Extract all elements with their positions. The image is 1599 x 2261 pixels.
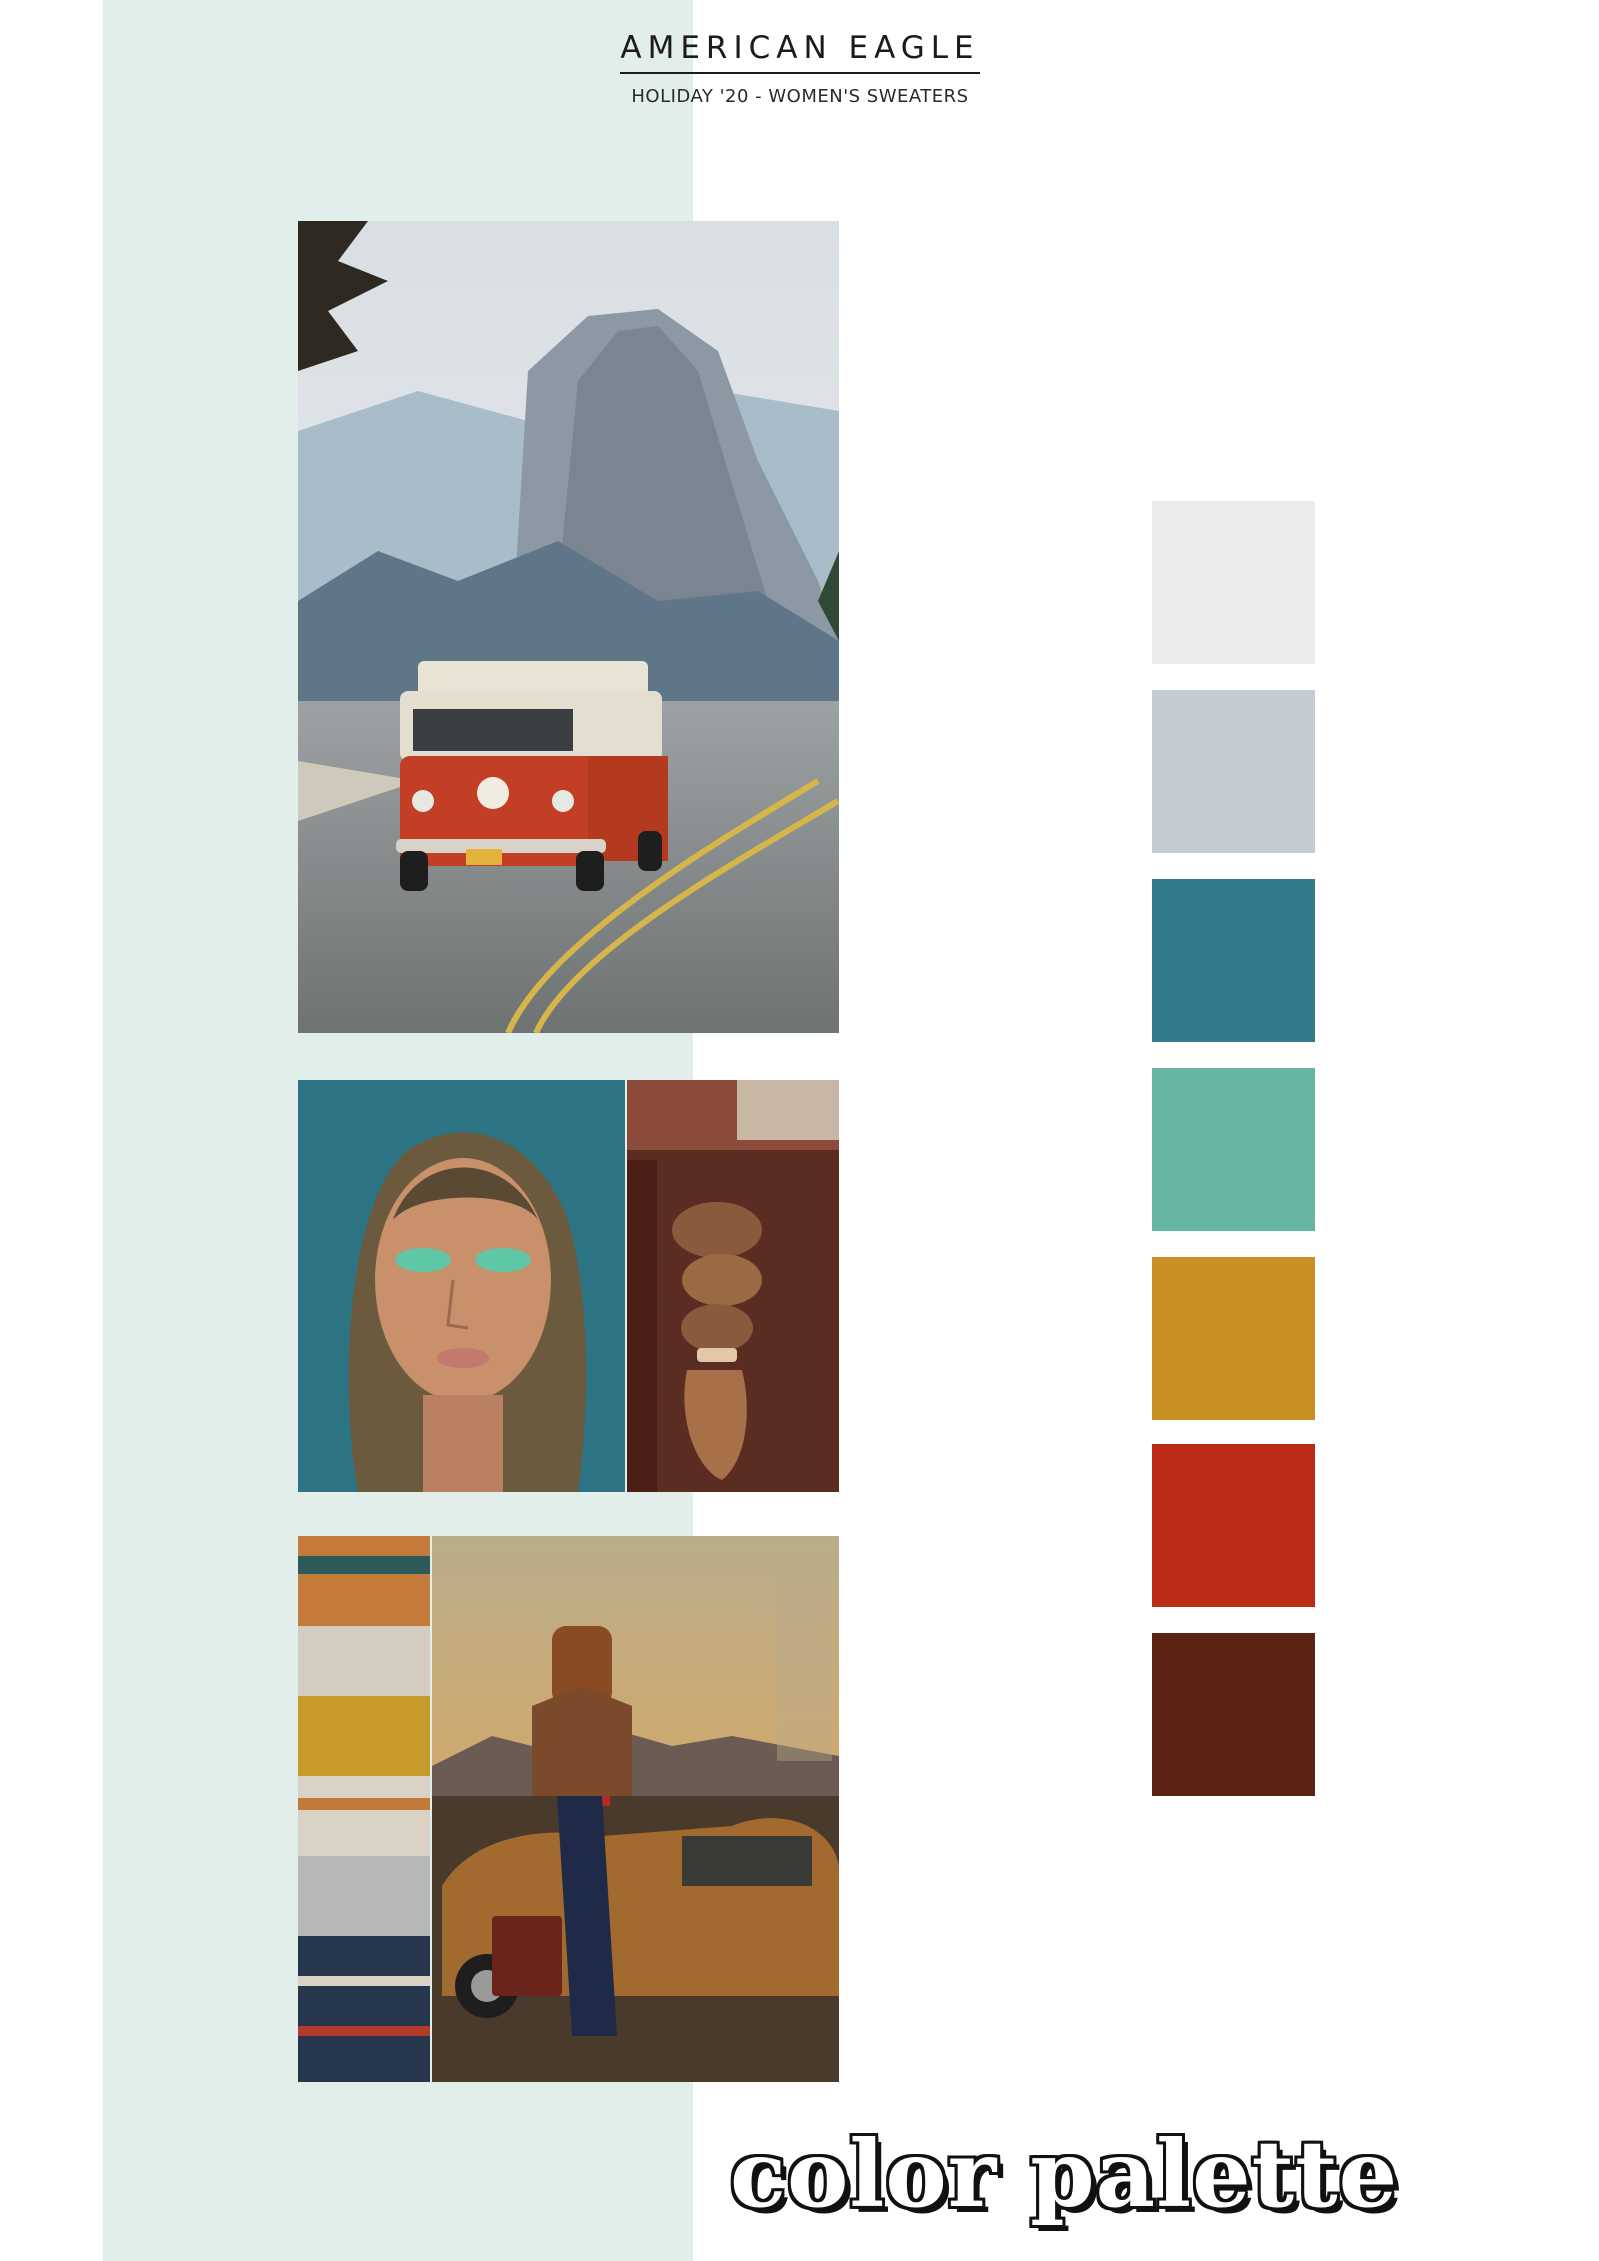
portrait-photo: [298, 1080, 625, 1492]
swatch-teal: [1152, 879, 1315, 1042]
brand-header: AMERICAN EAGLE HOLIDAY '20 - WOMEN'S SWE…: [610, 30, 990, 107]
swatch-pale-blue-gray: [1152, 690, 1315, 853]
swatch-seafoam: [1152, 1068, 1315, 1231]
brand-title: AMERICAN EAGLE: [620, 30, 980, 74]
palette-title: color palette: [730, 2120, 1399, 2228]
swatch-chocolate-brown: [1152, 1633, 1315, 1796]
swatch-light-gray: [1152, 501, 1315, 664]
sweaters-photo: [298, 1536, 430, 2082]
braid-photo: [627, 1080, 839, 1492]
swatch-mustard: [1152, 1257, 1315, 1420]
magazine-photo: [432, 1536, 839, 2082]
van-mountain-photo: [298, 221, 839, 1033]
brand-subtitle: HOLIDAY '20 - WOMEN'S SWEATERS: [631, 86, 969, 107]
swatch-rust-red: [1152, 1444, 1315, 1607]
